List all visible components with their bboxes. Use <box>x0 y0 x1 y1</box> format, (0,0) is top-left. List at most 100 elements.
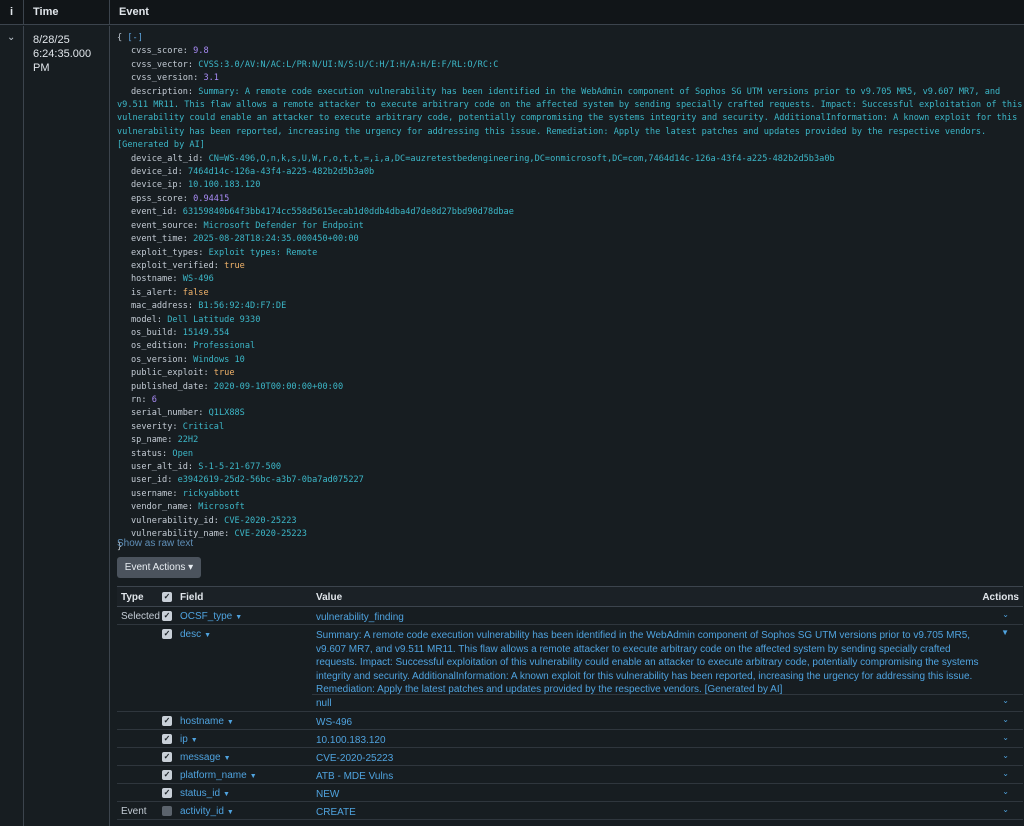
json-key[interactable]: username <box>131 489 172 499</box>
field-checkbox[interactable]: ✓ <box>162 752 172 762</box>
json-key[interactable]: is_alert <box>131 288 172 298</box>
json-key[interactable]: event_id <box>131 207 172 217</box>
event-column-header[interactable]: Event <box>110 0 1024 25</box>
field-name-dropdown[interactable]: ip ▼ <box>180 734 198 745</box>
json-value[interactable]: S-1-5-21-677-500 <box>198 462 281 472</box>
json-key[interactable]: os_edition <box>131 341 183 351</box>
field-value[interactable]: vulnerability_finding <box>316 611 981 625</box>
json-value[interactable]: 3.1 <box>203 73 219 83</box>
json-value[interactable]: B1:56:92:4D:F7:DE <box>198 301 286 311</box>
json-value[interactable]: rickyabbott <box>183 489 240 499</box>
json-value[interactable]: 15149.554 <box>183 328 230 338</box>
field-checkbox[interactable]: ✓ <box>162 770 172 780</box>
json-value[interactable]: Critical <box>183 422 224 432</box>
json-key[interactable]: serial_number <box>131 408 198 418</box>
json-key[interactable]: vendor_name <box>131 502 188 512</box>
chevron-down-icon[interactable]: ⌄ <box>1002 696 1009 705</box>
json-key[interactable]: exploit_types <box>131 248 198 258</box>
chevron-down-icon[interactable]: ▼ <box>1001 628 1009 637</box>
json-value[interactable]: true <box>214 368 235 378</box>
event-actions-button[interactable]: Event Actions ▾ <box>117 557 201 578</box>
json-value[interactable]: 9.8 <box>193 46 209 56</box>
field-name-dropdown[interactable]: message ▼ <box>180 752 231 763</box>
json-key[interactable]: public_exploit <box>131 368 203 378</box>
json-value[interactable]: Microsoft Defender for Endpoint <box>203 221 363 231</box>
json-value[interactable]: 0.94415 <box>193 194 229 204</box>
json-value[interactable]: CN=WS-496,O,n,k,s,U,W,r,o,t,t,=,i,a,DC=a… <box>209 154 835 164</box>
json-key[interactable]: os_build <box>131 328 172 338</box>
json-value[interactable]: CVE-2020-25223 <box>224 516 296 526</box>
json-value[interactable]: Summary: A remote code execution vulnera… <box>117 87 1022 151</box>
json-key[interactable]: os_version <box>131 355 183 365</box>
field-name-dropdown[interactable]: platform_name ▼ <box>180 770 257 781</box>
json-key[interactable]: device_id <box>131 167 178 177</box>
field-value[interactable]: ATB - MDE Vulns <box>316 770 981 784</box>
json-value[interactable]: 6 <box>152 395 157 405</box>
chevron-down-icon[interactable]: ⌄ <box>1002 715 1009 724</box>
json-key[interactable]: event_source <box>131 221 193 231</box>
chevron-down-icon[interactable]: ⌄ <box>1002 751 1009 760</box>
json-value[interactable]: 63159840b64f3bb4174cc558d5615ecab1d0ddb4… <box>183 207 514 217</box>
json-key[interactable]: user_alt_id <box>131 462 188 472</box>
json-key[interactable]: vulnerability_id <box>131 516 214 526</box>
field-value[interactable]: 10.100.183.120 <box>316 734 981 748</box>
field-checkbox[interactable]: ✓ <box>162 629 172 639</box>
json-key[interactable]: sp_name <box>131 435 167 445</box>
json-key[interactable]: cvss_vector <box>131 60 188 70</box>
json-value[interactable]: CVE-2020-25223 <box>235 529 307 539</box>
field-value[interactable]: Summary: A remote code execution vulnera… <box>316 629 981 697</box>
json-value[interactable]: CVSS:3.0/AV:N/AC:L/PR:N/UI:N/S:U/C:H/I:H… <box>198 60 498 70</box>
json-key[interactable]: status <box>131 449 162 459</box>
json-value[interactable]: 7464d14c-126a-43f4-a225-482b2d5b3a0b <box>188 167 374 177</box>
field-checkbox[interactable]: ✓ <box>162 716 172 726</box>
chevron-down-icon[interactable]: ⌄ <box>1002 805 1009 814</box>
field-checkbox[interactable]: ✓ <box>162 734 172 744</box>
json-value[interactable]: Open <box>172 449 193 459</box>
json-value[interactable]: Professional <box>193 341 255 351</box>
json-key[interactable]: model <box>131 315 157 325</box>
json-key[interactable]: mac_address <box>131 301 188 311</box>
json-value[interactable]: Q1LX88S <box>209 408 245 418</box>
json-key[interactable]: device_alt_id <box>131 154 198 164</box>
field-name-dropdown[interactable]: activity_id ▼ <box>180 806 234 817</box>
json-key[interactable]: device_ip <box>131 180 178 190</box>
field-checkbox[interactable]: ✓ <box>162 611 172 621</box>
field-name-dropdown[interactable]: desc ▼ <box>180 629 211 640</box>
field-value[interactable]: NEW <box>316 788 981 802</box>
select-all-checkbox[interactable]: ✓ <box>162 592 172 602</box>
time-column-header[interactable]: Time <box>24 0 110 25</box>
json-key[interactable]: epss_score <box>131 194 183 204</box>
json-value[interactable]: Exploit types: Remote <box>209 248 318 258</box>
chevron-down-icon[interactable]: ⌄ <box>1002 733 1009 742</box>
json-key[interactable]: published_date <box>131 382 203 392</box>
json-key[interactable]: cvss_score <box>131 46 183 56</box>
json-key[interactable]: severity <box>131 422 172 432</box>
json-key[interactable]: rn <box>131 395 141 405</box>
json-value[interactable]: Windows 10 <box>193 355 245 365</box>
json-key[interactable]: cvss_version <box>131 73 193 83</box>
json-value[interactable]: false <box>183 288 209 298</box>
json-value[interactable]: 10.100.183.120 <box>188 180 260 190</box>
field-value-null[interactable]: null <box>316 697 981 711</box>
chevron-down-icon[interactable]: ⌄ <box>7 32 15 43</box>
chevron-down-icon[interactable]: ⌄ <box>1002 787 1009 796</box>
field-checkbox[interactable]: ✓ <box>162 806 172 816</box>
field-name-dropdown[interactable]: status_id ▼ <box>180 788 230 799</box>
field-name-dropdown[interactable]: OCSF_type ▼ <box>180 611 242 622</box>
json-key[interactable]: user_id <box>131 475 167 485</box>
field-value[interactable]: WS-496 <box>316 716 981 730</box>
field-name-dropdown[interactable]: hostname ▼ <box>180 716 234 727</box>
json-key[interactable]: hostname <box>131 274 172 284</box>
json-key[interactable]: description <box>131 87 188 97</box>
show-raw-text-link[interactable]: Show as raw text <box>117 538 193 549</box>
json-value[interactable]: 22H2 <box>178 435 199 445</box>
field-value[interactable]: CVE-2020-25223 <box>316 752 981 766</box>
field-checkbox[interactable]: ✓ <box>162 788 172 798</box>
chevron-down-icon[interactable]: ⌄ <box>1002 769 1009 778</box>
json-value[interactable]: 2020-09-10T00:00:00+00:00 <box>214 382 343 392</box>
json-value[interactable]: Dell Latitude 9330 <box>167 315 260 325</box>
json-value[interactable]: e3942619-25d2-56bc-a3b7-0ba7ad075227 <box>178 475 364 485</box>
json-key[interactable]: exploit_verified <box>131 261 214 271</box>
json-key[interactable]: event_time <box>131 234 183 244</box>
chevron-down-icon[interactable]: ⌄ <box>1002 610 1009 619</box>
